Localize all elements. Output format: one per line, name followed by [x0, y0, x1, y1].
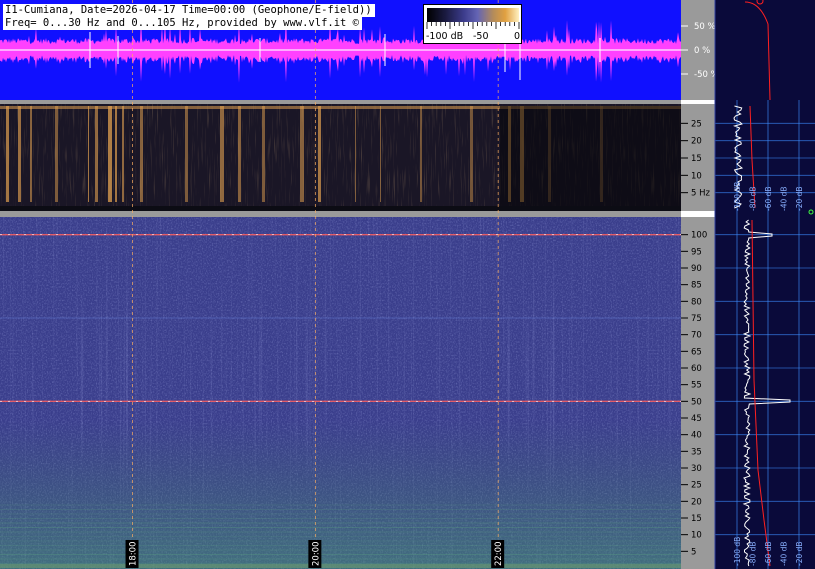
low-burst [300, 106, 304, 202]
low-tick-label: 20 [691, 137, 702, 147]
high-tick-label: 25 [691, 481, 702, 491]
bottom-band [0, 564, 681, 568]
side-db-label: -60 dB [764, 186, 773, 211]
side-db-label: -40 dB [780, 186, 789, 211]
high-tick-label: 75 [691, 314, 702, 324]
low-burst [55, 106, 58, 202]
low-burst [355, 106, 356, 202]
panel-separator-2 [0, 211, 681, 217]
high-tick-label: 80 [691, 297, 702, 307]
colorbar-label-max: 0 [514, 31, 521, 42]
low-tick-label: 25 [691, 119, 702, 129]
low-burst [95, 106, 98, 202]
low-burst [238, 106, 241, 202]
high-tick-label: 65 [691, 347, 702, 357]
vlf-spectrogram-display: 50 % 0 % -50 % 5 Hz 10 15 20 25 5 10 15 20 25 30 35 4… [0, 0, 815, 569]
time-label: 18:00 [129, 542, 139, 567]
side-db-label: -80 dB [749, 541, 758, 566]
low-tick-label: 15 [691, 154, 702, 164]
low-burst [262, 106, 265, 202]
high-tick-label: 70 [691, 331, 702, 341]
high-tick-label: 60 [691, 364, 702, 374]
spectrogram-chart: 50 %0 %-50 % 5 Hz10152025 51015202530354… [0, 0, 815, 569]
high-tick-label: 30 [691, 464, 702, 474]
side-panel-high [715, 214, 815, 569]
side-db-label: -80 dB [749, 186, 758, 211]
colorbar-gradient [427, 8, 519, 22]
low-tick-label: 10 [691, 171, 702, 181]
high-tick-label: 5 [691, 547, 696, 557]
waveform-tick-label: 0 % [694, 46, 710, 56]
side-db-label: -40 dB [780, 541, 789, 566]
panel-separator [0, 100, 681, 104]
low-burst [470, 106, 473, 202]
high-tick-label: 40 [691, 431, 702, 441]
high-tick-label: 20 [691, 497, 702, 507]
low-spectrogram-bottom-band [0, 206, 681, 211]
high-tick-label: 55 [691, 381, 702, 391]
low-burst [185, 106, 188, 202]
side-db-label: -20 dB [795, 186, 804, 211]
low-burst [318, 106, 321, 202]
high-tick-label: 50 [691, 397, 702, 407]
high-tick-label: 85 [691, 281, 702, 291]
low-burst [420, 106, 422, 202]
side-db-label: -20 dB [795, 541, 804, 566]
header-frequency: Freq= 0...30 Hz and 0...105 Hz, provided… [3, 17, 363, 30]
colorbar-label-mid: -50 [473, 31, 489, 42]
low-burst [30, 106, 32, 202]
high-tick-label: 100 [691, 231, 707, 241]
side-db-label: -100 dB [733, 537, 742, 566]
side-db-label: -60 dB [764, 541, 773, 566]
low-tick-label: 5 Hz [691, 189, 711, 199]
low-burst [380, 106, 381, 202]
low-burst [140, 106, 143, 202]
side-db-label: -100 dB [733, 182, 742, 211]
high-spectrogram-low-band [0, 420, 681, 569]
low-burst [122, 106, 124, 202]
colorbar: -100 dB -50 0 [423, 4, 522, 44]
high-tick-label: 90 [691, 264, 702, 274]
low-burst [220, 106, 224, 202]
time-label: 20:00 [311, 542, 321, 567]
high-tick-label: 45 [691, 414, 702, 424]
waveform-tick-label: 50 % [694, 22, 716, 32]
high-tick-label: 15 [691, 514, 702, 524]
low-burst [18, 106, 21, 202]
high-tick-label: 35 [691, 447, 702, 457]
time-label: 22:00 [494, 542, 504, 567]
low-burst [6, 106, 9, 202]
high-tick-label: 10 [691, 531, 702, 541]
low-dark-region [500, 106, 681, 210]
low-burst [108, 106, 112, 202]
header-title: I1-Cumiana, Date=2026-04-17 Time=00:00 (… [3, 4, 375, 17]
low-burst [88, 106, 89, 202]
low-burst [115, 106, 117, 202]
colorbar-label-min: -100 dB [426, 31, 464, 42]
side-panel-top [715, 0, 815, 100]
high-tick-label: 95 [691, 247, 702, 257]
